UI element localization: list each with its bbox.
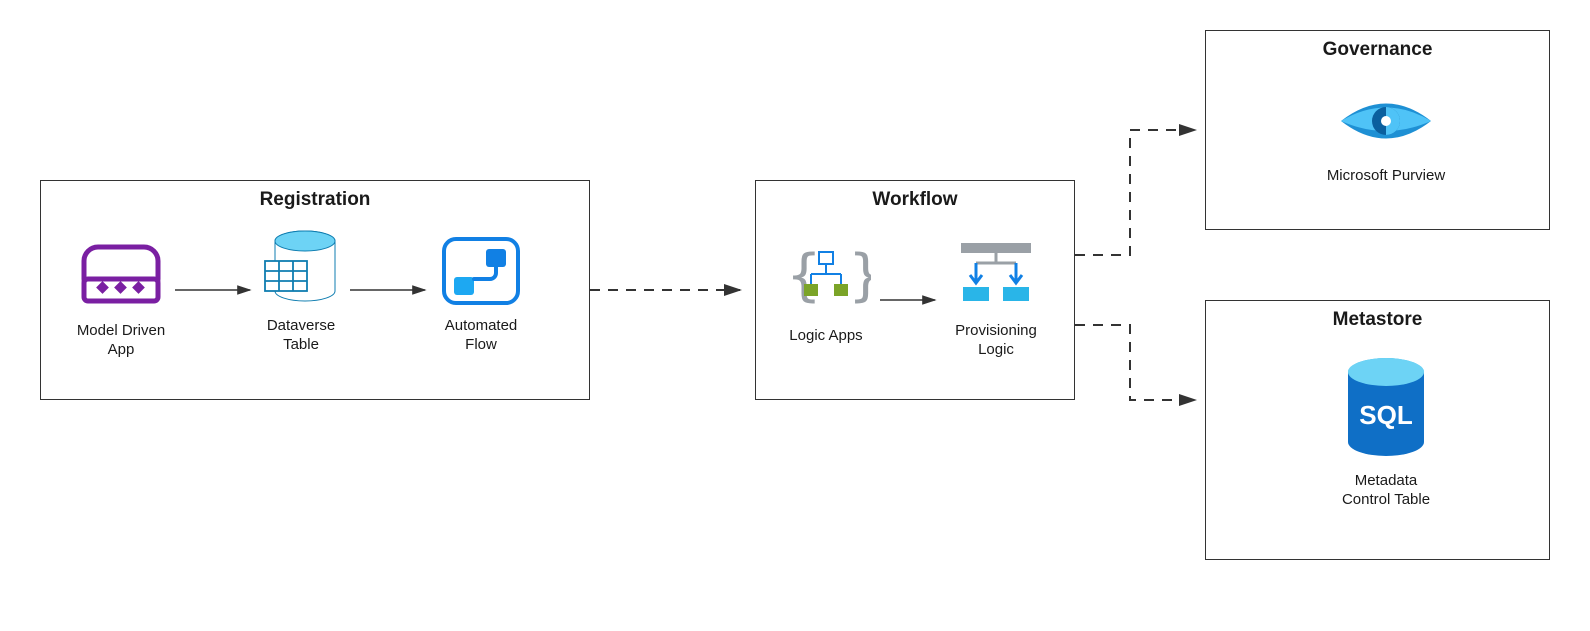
purview-label: Microsoft Purview [1306,167,1466,186]
registration-title: Registration [41,189,589,211]
automated-flow-label: AutomatedFlow [411,317,551,355]
provisioning-logic-icon [926,236,1066,316]
workflow-title: Workflow [756,189,1074,211]
logic-apps-label: Logic Apps [756,327,896,346]
sql-db-icon: SQL [1306,356,1466,466]
logic-apps-item: { } Logic Apps [756,241,896,346]
dataverse-table-icon [231,231,371,311]
svg-text:}: } [849,244,871,308]
logic-apps-icon: { } [756,241,896,321]
model-driven-app-item: Model DrivenApp [51,236,191,360]
svg-text:{: { [787,244,821,308]
arrow-workflow-to-metastore [1075,325,1195,400]
purview-icon [1306,81,1466,161]
svg-text:SQL: SQL [1359,400,1413,430]
metastore-box: Metastore SQL MetadataControl Table [1205,300,1550,560]
dataverse-table-label: DataverseTable [231,317,371,355]
model-driven-app-icon [51,236,191,316]
workflow-box: Workflow { } Logic Apps [755,180,1075,400]
dataverse-table-item: DataverseTable [231,231,371,355]
registration-box: Registration Model DrivenApp [40,180,590,400]
governance-box: Governance Microsoft Purview [1205,30,1550,230]
automated-flow-icon [411,231,551,311]
provisioning-logic-item: ProvisioningLogic [926,236,1066,360]
model-driven-app-label: Model DrivenApp [51,322,191,360]
arrow-workflow-to-governance [1075,130,1195,255]
purview-item: Microsoft Purview [1306,81,1466,186]
provisioning-logic-label: ProvisioningLogic [926,322,1066,360]
metadata-table-item: SQL MetadataControl Table [1306,356,1466,510]
metastore-title: Metastore [1206,309,1549,331]
metadata-table-label: MetadataControl Table [1306,472,1466,510]
automated-flow-item: AutomatedFlow [411,231,551,355]
governance-title: Governance [1206,39,1549,61]
